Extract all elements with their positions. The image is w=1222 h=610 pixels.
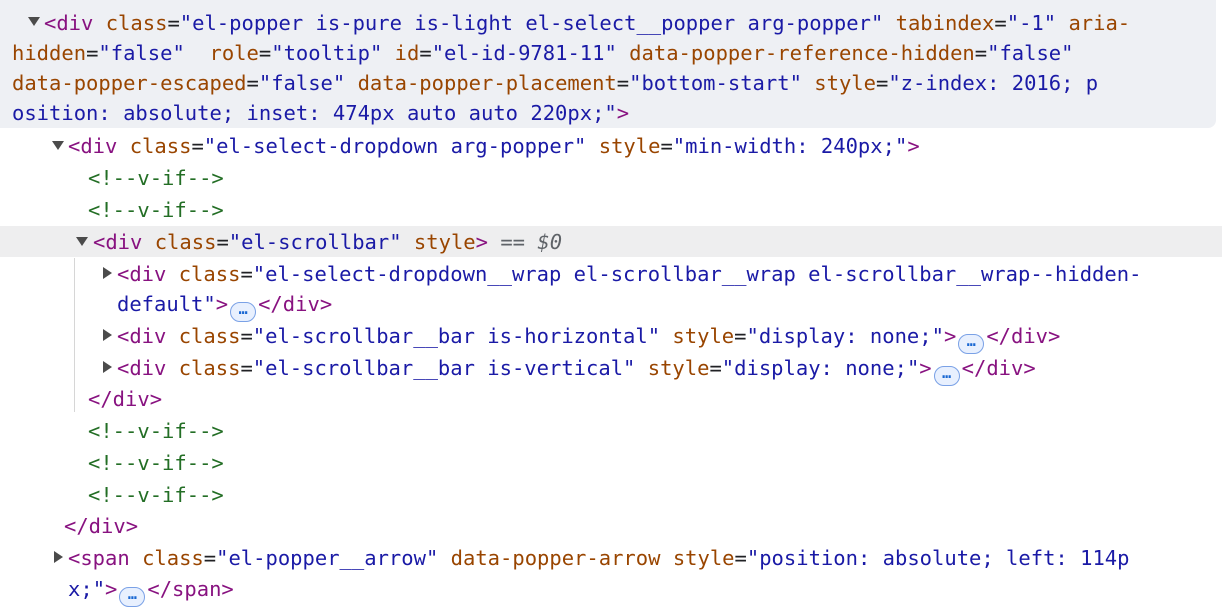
attr-value: el-select-dropdown__wrap el-scrollbar__w…	[265, 262, 1142, 286]
attr-value: display: none;	[758, 324, 932, 348]
dom-node-bar-horizontal[interactable]: <div class="el-scrollbar__bar is-horizon…	[117, 321, 1060, 354]
attr-name: class	[142, 546, 204, 570]
attr-name: class	[129, 134, 192, 158]
expand-triangle-down-icon[interactable]	[76, 237, 88, 246]
attr-value: tooltip	[283, 41, 370, 65]
attr-name: style	[814, 71, 876, 95]
dom-node-popper-open-tag-line-2[interactable]: hidden="false" role="tooltip" id="el-id-…	[12, 38, 1074, 68]
attr-name: class	[105, 11, 168, 35]
attr-name: class	[154, 230, 217, 254]
expand-triangle-right-icon[interactable]	[103, 361, 112, 373]
dom-node-scrollbar-open-tag[interactable]: <div class="el-scrollbar" style> == $0	[93, 227, 562, 257]
attr-name: data-popper-arrow	[450, 546, 661, 570]
dom-comment-v-if[interactable]: <!--v-if-->	[88, 480, 224, 510]
dom-node-dropdown-open-tag[interactable]: <div class="el-select-dropdown arg-poppe…	[68, 131, 920, 161]
expand-triangle-down-icon[interactable]	[28, 17, 40, 26]
attr-value: z-index: 2016; p	[900, 71, 1099, 95]
attr-name: class	[178, 356, 241, 380]
attr-value: x;	[68, 577, 93, 601]
attr-value: display: none;	[734, 356, 907, 380]
collapsed-content-ellipsis-button[interactable]: …	[230, 302, 257, 322]
expand-triangle-right-icon[interactable]	[54, 551, 63, 563]
selected-node-marker: == $0	[500, 230, 563, 254]
close-tag: </span>	[147, 577, 234, 601]
dom-node-scrollbar-close-tag[interactable]: </div>	[88, 384, 162, 414]
dom-node-popper-arrow[interactable]: <span class="el-popper__arrow" data-popp…	[68, 543, 1129, 573]
expand-triangle-down-icon[interactable]	[52, 141, 64, 150]
attr-value: el-popper is-pure is-light el-select__po…	[192, 11, 871, 35]
collapsed-content-ellipsis-button[interactable]: …	[933, 366, 960, 386]
collapsed-content-ellipsis-button[interactable]: …	[119, 587, 146, 607]
expand-triangle-right-icon[interactable]	[103, 329, 112, 341]
dom-node-wrap-open-tag[interactable]: <div class="el-select-dropdown__wrap el-…	[117, 259, 1141, 289]
dom-node-popper-arrow-line-2[interactable]: x;">… </span>	[68, 574, 234, 607]
attr-name: style	[672, 546, 735, 570]
attr-value: min-width: 240px;	[685, 134, 895, 158]
attr-value: false	[271, 71, 333, 95]
attr-value: -1	[1019, 11, 1044, 35]
attr-value: el-id-9781-11	[444, 41, 605, 65]
dom-node-popper-open-tag-line-3[interactable]: data-popper-escaped="false" data-popper-…	[12, 68, 1098, 98]
attr-value: default	[117, 292, 204, 316]
attr-value: osition: absolute; inset: 474px auto aut…	[12, 101, 605, 125]
dom-node-popper-open-tag-line-4[interactable]: osition: absolute; inset: 474px auto aut…	[12, 98, 629, 128]
attr-value: el-select-dropdown arg-popper	[216, 134, 575, 158]
indent-guide-line	[74, 258, 75, 412]
dom-comment-v-if[interactable]: <!--v-if-->	[88, 163, 224, 193]
attr-name: data-popper-placement	[357, 71, 617, 95]
attr-name: data-popper-reference-hidden	[629, 41, 975, 65]
attr-name: style	[413, 230, 476, 254]
attr-name: style	[647, 356, 710, 380]
attr-value: el-scrollbar	[241, 230, 390, 254]
attr-value: false	[110, 41, 173, 65]
attr-name: class	[178, 262, 241, 286]
dom-comment-v-if[interactable]: <!--v-if-->	[88, 195, 224, 225]
elements-panel-dom-tree: <div class="el-popper is-pure is-light e…	[0, 0, 1222, 610]
attr-name: hidden	[12, 41, 87, 65]
attr-name: style	[672, 324, 735, 348]
attr-name: aria-	[1068, 11, 1131, 35]
dom-comment-v-if[interactable]: <!--v-if-->	[88, 416, 224, 446]
tag-open: <div	[44, 11, 94, 35]
attr-value: false	[999, 41, 1062, 65]
attr-value: position: absolute; left: 114p	[759, 546, 1130, 570]
attr-name: id	[394, 41, 420, 65]
attr-value: el-popper__arrow	[228, 546, 426, 570]
dom-node-dropdown-close-tag[interactable]: </div>	[64, 511, 138, 541]
attr-value: bottom-start	[641, 71, 790, 95]
attr-name: role	[209, 41, 259, 65]
dom-comment-v-if[interactable]: <!--v-if-->	[88, 448, 224, 478]
attr-name: data-popper-escaped	[12, 71, 247, 95]
attr-name: tabindex	[895, 11, 995, 35]
expand-triangle-right-icon[interactable]	[103, 267, 112, 279]
dom-node-popper-open-tag[interactable]: <div class="el-popper is-pure is-light e…	[44, 8, 1130, 38]
dom-node-bar-vertical[interactable]: <div class="el-scrollbar__bar is-vertica…	[117, 353, 1036, 386]
dom-node-wrap-open-tag-line-2[interactable]: default">… </div>	[117, 289, 332, 322]
attr-name: style	[598, 134, 661, 158]
attr-name: class	[178, 324, 241, 348]
collapsed-content-ellipsis-button[interactable]: …	[958, 334, 985, 354]
attr-value: el-scrollbar__bar is-horizontal	[265, 324, 648, 348]
attr-value: el-scrollbar__bar is-vertical	[265, 356, 624, 380]
